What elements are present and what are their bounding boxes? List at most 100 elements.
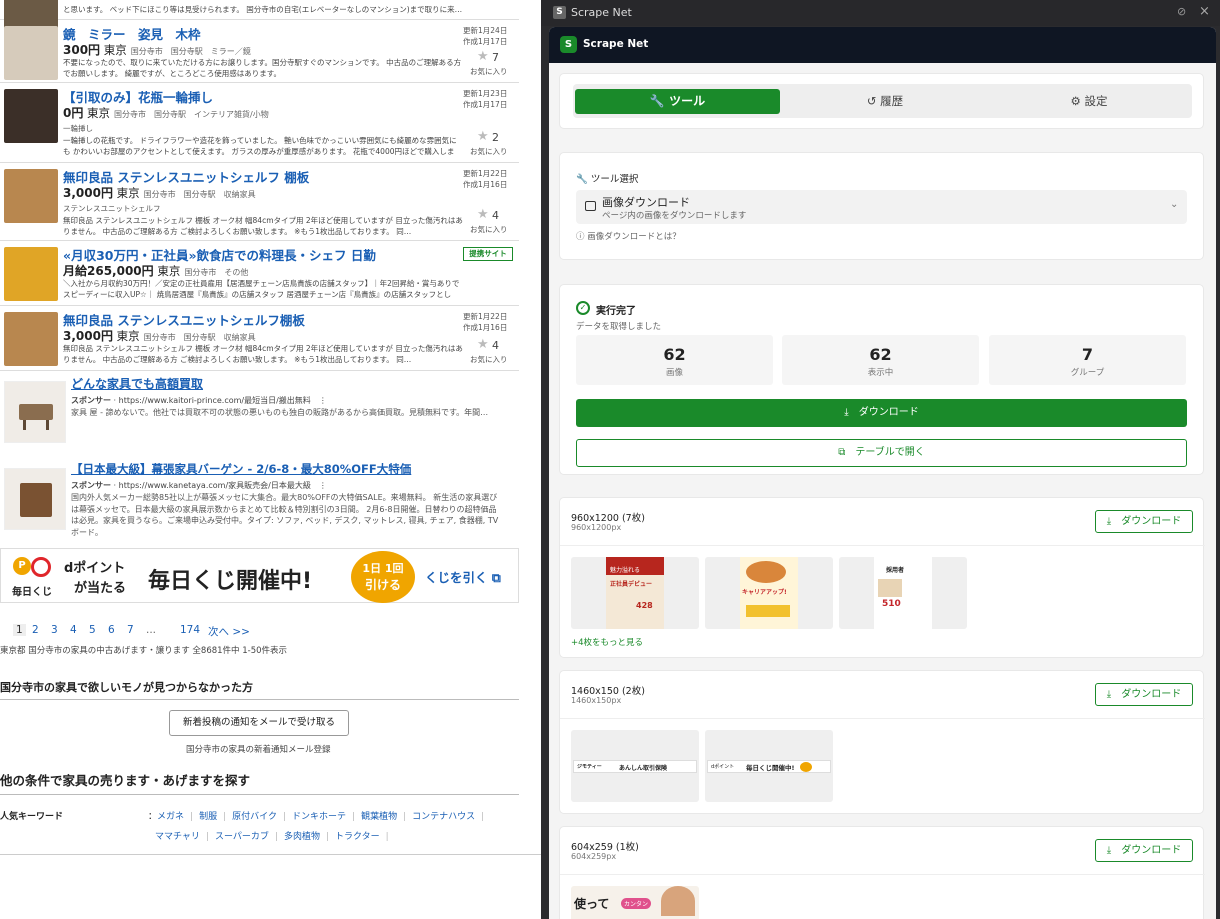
window-titlebar: S Scrape Net ⊘ × bbox=[541, 0, 1220, 26]
gear-icon: ⚙ bbox=[1070, 94, 1081, 108]
ad-thumbnail[interactable] bbox=[4, 468, 66, 530]
popular-keywords-label: 人気キーワード bbox=[0, 812, 64, 822]
sponsored-ad[interactable]: 【日本最大級】幕張家具バーゲン - 2/6-8・最大80%OFF大特価 スポンサ… bbox=[0, 458, 519, 546]
page-link[interactable]: 7 bbox=[127, 624, 134, 636]
listing-description: ＼入社から月収約30万円！／安定の正社員雇用【居酒屋チェーン店鳥貴族の店舗スタッ… bbox=[63, 279, 460, 299]
favorite-label: お気に入り bbox=[470, 225, 508, 234]
keyword-link[interactable]: 観葉植物 bbox=[361, 812, 397, 822]
page-link[interactable]: 4 bbox=[70, 624, 77, 636]
listing-price: 3,000円 東京 国分寺市 国分寺駅 収納家具 bbox=[63, 329, 256, 343]
image-thumbnail[interactable]: 採用者 510 bbox=[839, 557, 967, 629]
tab-settings[interactable]: ⚙ 設定 bbox=[987, 89, 1191, 114]
keyword-link[interactable]: 制服 bbox=[199, 812, 217, 822]
keyword-link[interactable]: トラクター bbox=[335, 832, 380, 842]
ad-description: 家具 屋 - 諦めないで。他社では買取不可の状態の悪いものも独自の販路があるから… bbox=[71, 408, 489, 417]
listing-thumbnail[interactable] bbox=[4, 26, 58, 80]
favorite-label: お気に入り bbox=[470, 67, 508, 76]
keyword-link[interactable]: スーパーカブ bbox=[215, 832, 269, 842]
pagination-next[interactable]: 次へ >> bbox=[208, 624, 250, 639]
close-icon[interactable]: × bbox=[1199, 4, 1210, 19]
ad-url[interactable]: https://www.kanetaya.com/家具販売会/日本最大級 bbox=[119, 481, 311, 490]
listing-thumbnail[interactable] bbox=[4, 247, 58, 301]
listing-item[interactable]: 無印良品 ステンレスユニットシェルフ 棚板 3,000円 東京 国分寺市 国分寺駅 … bbox=[0, 163, 519, 241]
keyword-link[interactable]: コンテナハウス bbox=[412, 812, 475, 822]
sponsored-ad[interactable]: どんな家具でも高額買取 スポンサー · https://www.kaitori-… bbox=[0, 371, 519, 459]
side-panel: S Scrape Net 🔧 ツール ↺ 履歴 ⚙ 設定 🔧 ツール選択 画像ダ… bbox=[549, 27, 1216, 919]
page-link[interactable]: 6 bbox=[108, 624, 115, 636]
ad-thumbnail[interactable] bbox=[4, 381, 66, 443]
check-circle-icon: ✓ bbox=[576, 301, 590, 315]
download-icon: ⤓ bbox=[844, 407, 849, 418]
tool-select-card: 🔧 ツール選択 画像ダウンロード ページ内の画像をダウンロードします ⌄ ⓘ 画… bbox=[559, 152, 1204, 260]
image-thumbnail[interactable]: 使って カンタン bbox=[571, 886, 699, 919]
listing-description: 無印良品 ステンレスユニットシェルフ 棚板 オーク材 幅84cmタイプ用 2年ほ… bbox=[63, 216, 463, 236]
listing-thumbnail[interactable] bbox=[4, 169, 58, 223]
download-all-button[interactable]: ⤓ ダウンロード bbox=[576, 399, 1187, 427]
external-link-icon: ⧉ bbox=[838, 447, 846, 458]
tool-help-link[interactable]: 画像ダウンロードとは？ bbox=[587, 232, 681, 242]
image-group-card: 604x259 (1枚) 604x259px ⤓ ダウンロード 使って カンタン bbox=[559, 826, 1205, 919]
listing-thumbnail[interactable] bbox=[4, 312, 58, 366]
group-title: 604x259 (1枚) bbox=[571, 842, 639, 853]
listing-item[interactable]: と思います。 ベッド下にほこり等は見受けられます。 国分寺市の自宅(エレベーター… bbox=[0, 0, 519, 40]
notify-email-button[interactable]: 新着投稿の通知をメールで受け取る bbox=[169, 710, 349, 736]
listing-item[interactable]: 無印良品 ステンレスユニットシェルフ棚板 3,000円 東京 国分寺市 国分寺駅 収… bbox=[0, 306, 519, 371]
keyword-link[interactable]: 原付バイク bbox=[232, 812, 277, 822]
favorite-label: お気に入り bbox=[470, 0, 508, 2]
image-thumbnail[interactable]: 魅力溢れる 正社員デビュー 428 bbox=[571, 557, 699, 629]
tab-tools[interactable]: 🔧 ツール bbox=[575, 89, 780, 114]
info-icon: ⓘ bbox=[576, 232, 585, 242]
chevron-down-icon: ⌄ bbox=[1170, 199, 1179, 210]
stat-visible: 62 表示中 bbox=[782, 335, 979, 385]
group-download-button[interactable]: ⤓ ダウンロード bbox=[1095, 839, 1193, 862]
listing-thumbnail[interactable] bbox=[4, 89, 58, 143]
listing-item[interactable]: 鏡 ミラー 姿見 木枠 300円 東京 国分寺市 国分寺駅 ミラー／鏡 不要になったの… bbox=[0, 20, 519, 83]
favorite-star-icon[interactable]: ★ bbox=[477, 337, 489, 352]
page-current[interactable]: 1 bbox=[13, 624, 26, 636]
dpoint-banner[interactable]: P 毎日くじ dポイント が当たる 毎日くじ開催中! 1日 1回 引ける くじを… bbox=[0, 548, 519, 603]
pin-icon[interactable]: ⊘ bbox=[1177, 5, 1186, 18]
banner-cta[interactable]: くじを引く ⧉ bbox=[425, 567, 501, 586]
image-thumbnail[interactable]: dポイント 毎日くじ開催中! bbox=[705, 730, 833, 802]
window-title: Scrape Net bbox=[571, 6, 632, 19]
target-icon bbox=[31, 557, 51, 577]
page-link[interactable]: 5 bbox=[89, 624, 96, 636]
keyword-link[interactable]: メガネ bbox=[157, 812, 184, 822]
favorite-star-icon[interactable]: ★ bbox=[477, 49, 489, 64]
image-thumbnail[interactable]: ジモティー あんしん取引保険 bbox=[571, 730, 699, 802]
image-thumbnail[interactable]: キャリアアップ! bbox=[705, 557, 833, 629]
favorite-star-icon[interactable]: ★ bbox=[477, 129, 489, 144]
result-status: 実行完了 bbox=[596, 306, 636, 317]
page-link[interactable]: 3 bbox=[51, 624, 58, 636]
keyword-row-1: ：メガネ | 制服 | 原付バイク | ドンキホーテ | 観葉植物 | コンテナハウス | bbox=[148, 812, 485, 822]
page-link[interactable]: 2 bbox=[32, 624, 39, 636]
tab-bar: 🔧 ツール ↺ 履歴 ⚙ 設定 bbox=[573, 84, 1192, 118]
download-icon: ⤓ bbox=[1106, 689, 1112, 700]
listing-item[interactable]: 【引取のみ】花瓶一輪挿し 0円 東京 国分寺市 国分寺駅 インテリア雑貨/小物 一輪挿… bbox=[0, 83, 519, 163]
tool-selected-desc: ページ内の画像をダウンロードします bbox=[602, 211, 747, 221]
more-options-icon[interactable]: ⋮ bbox=[319, 481, 327, 490]
app-icon: S bbox=[553, 6, 566, 19]
ad-title[interactable]: どんな家具でも高額買取 bbox=[71, 375, 203, 392]
keyword-link[interactable]: ドンキホーテ bbox=[292, 812, 346, 822]
tab-history[interactable]: ↺ 履歴 bbox=[783, 89, 987, 114]
group-download-button[interactable]: ⤓ ダウンロード bbox=[1095, 683, 1193, 706]
tool-dropdown[interactable]: 画像ダウンロード ページ内の画像をダウンロードします ⌄ bbox=[576, 190, 1187, 224]
keyword-link[interactable]: ママチャリ bbox=[155, 832, 200, 842]
wrench-icon: 🔧 bbox=[576, 174, 588, 185]
banner-logo-label: 毎日くじ bbox=[12, 587, 52, 598]
listing-item[interactable]: «月収30万円・正社員»飲食店での料理長・シェフ 日勤 月給265,000円 東京… bbox=[0, 241, 519, 306]
ad-url[interactable]: https://www.kaitori-prince.com/最短当日/搬出無料 bbox=[119, 396, 311, 405]
tool-selected: 画像ダウンロード bbox=[602, 196, 690, 209]
notify-note: 国分寺市の家具の新着通知メール登録 bbox=[186, 745, 331, 755]
listing-dates: 更新1月22日 作成1月16日 bbox=[463, 169, 508, 189]
group-title: 1460x150 (2枚) bbox=[571, 686, 645, 697]
keyword-link[interactable]: 多肉植物 bbox=[284, 832, 320, 842]
more-options-icon[interactable]: ⋮ bbox=[319, 396, 327, 405]
show-more-link[interactable]: +4枚をもっと見る bbox=[571, 636, 643, 648]
ad-title[interactable]: 【日本最大級】幕張家具バーゲン - 2/6-8・最大80%OFF大特価 bbox=[71, 461, 411, 477]
open-table-button[interactable]: ⧉ テーブルで開く bbox=[576, 439, 1187, 467]
page-link[interactable]: 174 bbox=[180, 624, 200, 636]
favorite-star-icon[interactable]: ★ bbox=[477, 207, 489, 222]
group-download-button[interactable]: ⤓ ダウンロード bbox=[1095, 510, 1193, 533]
